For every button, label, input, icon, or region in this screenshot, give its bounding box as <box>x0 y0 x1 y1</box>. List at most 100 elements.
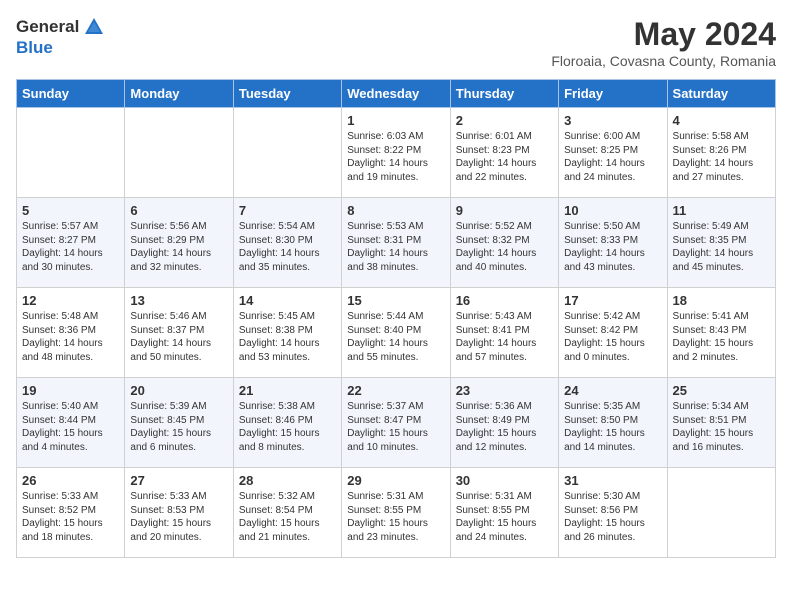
cell-info: Sunrise: 5:52 AM Sunset: 8:32 PM Dayligh… <box>456 220 553 274</box>
day-number: 31 <box>564 473 661 488</box>
day-of-week-header: Saturday <box>667 80 775 108</box>
calendar-table: SundayMondayTuesdayWednesdayThursdayFrid… <box>16 79 776 558</box>
calendar-cell: 16 Sunrise: 5:43 AM Sunset: 8:41 PM Dayli… <box>450 288 558 378</box>
day-number: 22 <box>347 383 444 398</box>
calendar-cell: 17 Sunrise: 5:42 AM Sunset: 8:42 PM Dayli… <box>559 288 667 378</box>
calendar-cell: 29 Sunrise: 5:31 AM Sunset: 8:55 PM Dayli… <box>342 468 450 558</box>
calendar-cell: 31Sunrise: 5:30 AM Sunset: 8:56 PM Dayli… <box>559 468 667 558</box>
calendar-cell: 12Sunrise: 5:48 AM Sunset: 8:36 PM Dayli… <box>17 288 125 378</box>
calendar-cell: 28 Sunrise: 5:32 AM Sunset: 8:54 PM Dayli… <box>233 468 341 558</box>
cell-info: Sunrise: 5:33 AM Sunset: 8:53 PM Dayligh… <box>130 490 227 544</box>
calendar-cell: 13Sunrise: 5:46 AM Sunset: 8:37 PM Dayli… <box>125 288 233 378</box>
calendar-cell <box>125 108 233 198</box>
calendar-cell <box>667 468 775 558</box>
cell-info: Sunrise: 5:57 AM Sunset: 8:27 PM Dayligh… <box>22 220 119 274</box>
calendar-cell <box>17 108 125 198</box>
day-of-week-header: Monday <box>125 80 233 108</box>
calendar-cell: 14 Sunrise: 5:45 AM Sunset: 8:38 PM Dayli… <box>233 288 341 378</box>
calendar-cell: 25 Sunrise: 5:34 AM Sunset: 8:51 PM Dayli… <box>667 378 775 468</box>
page-header: General Blue May 2024 Floroaia, Covasna … <box>16 16 776 69</box>
day-number: 3 <box>564 113 661 128</box>
cell-info: Sunrise: 5:35 AM Sunset: 8:50 PM Dayligh… <box>564 400 661 454</box>
day-number: 18 <box>673 293 770 308</box>
location-subtitle: Floroaia, Covasna County, Romania <box>551 53 776 69</box>
calendar-week-row: 19 Sunrise: 5:40 AM Sunset: 8:44 PM Dayli… <box>17 378 776 468</box>
day-of-week-header: Sunday <box>17 80 125 108</box>
calendar-cell: 19 Sunrise: 5:40 AM Sunset: 8:44 PM Dayli… <box>17 378 125 468</box>
calendar-week-row: 26 Sunrise: 5:33 AM Sunset: 8:52 PM Dayli… <box>17 468 776 558</box>
day-number: 27 <box>130 473 227 488</box>
cell-info: Sunrise: 5:49 AM Sunset: 8:35 PM Dayligh… <box>673 220 770 274</box>
day-number: 20 <box>130 383 227 398</box>
logo-icon <box>83 16 105 38</box>
calendar-cell <box>233 108 341 198</box>
cell-info: Sunrise: 5:53 AM Sunset: 8:31 PM Dayligh… <box>347 220 444 274</box>
day-number: 24 <box>564 383 661 398</box>
calendar-cell: 7 Sunrise: 5:54 AM Sunset: 8:30 PM Daylig… <box>233 198 341 288</box>
day-number: 16 <box>456 293 553 308</box>
cell-info: Sunrise: 5:42 AM Sunset: 8:42 PM Dayligh… <box>564 310 661 364</box>
cell-info: Sunrise: 5:56 AM Sunset: 8:29 PM Dayligh… <box>130 220 227 274</box>
day-number: 5 <box>22 203 119 218</box>
calendar-week-row: 1 Sunrise: 6:03 AM Sunset: 8:22 PM Daylig… <box>17 108 776 198</box>
cell-info: Sunrise: 5:40 AM Sunset: 8:44 PM Dayligh… <box>22 400 119 454</box>
day-number: 29 <box>347 473 444 488</box>
day-number: 2 <box>456 113 553 128</box>
day-number: 12 <box>22 293 119 308</box>
cell-info: Sunrise: 6:03 AM Sunset: 8:22 PM Dayligh… <box>347 130 444 184</box>
day-number: 25 <box>673 383 770 398</box>
cell-info: Sunrise: 5:31 AM Sunset: 8:55 PM Dayligh… <box>347 490 444 544</box>
calendar-cell: 26 Sunrise: 5:33 AM Sunset: 8:52 PM Dayli… <box>17 468 125 558</box>
day-of-week-header: Friday <box>559 80 667 108</box>
cell-info: Sunrise: 5:39 AM Sunset: 8:45 PM Dayligh… <box>130 400 227 454</box>
cell-info: Sunrise: 5:44 AM Sunset: 8:40 PM Dayligh… <box>347 310 444 364</box>
title-area: May 2024 Floroaia, Covasna County, Roman… <box>551 16 776 69</box>
cell-info: Sunrise: 5:45 AM Sunset: 8:38 PM Dayligh… <box>239 310 336 364</box>
calendar-cell: 22 Sunrise: 5:37 AM Sunset: 8:47 PM Dayli… <box>342 378 450 468</box>
cell-info: Sunrise: 5:41 AM Sunset: 8:43 PM Dayligh… <box>673 310 770 364</box>
day-number: 30 <box>456 473 553 488</box>
cell-info: Sunrise: 5:34 AM Sunset: 8:51 PM Dayligh… <box>673 400 770 454</box>
cell-info: Sunrise: 5:37 AM Sunset: 8:47 PM Dayligh… <box>347 400 444 454</box>
cell-info: Sunrise: 6:01 AM Sunset: 8:23 PM Dayligh… <box>456 130 553 184</box>
calendar-cell: 4Sunrise: 5:58 AM Sunset: 8:26 PM Daylig… <box>667 108 775 198</box>
cell-info: Sunrise: 5:32 AM Sunset: 8:54 PM Dayligh… <box>239 490 336 544</box>
calendar-cell: 9 Sunrise: 5:52 AM Sunset: 8:32 PM Daylig… <box>450 198 558 288</box>
calendar-cell: 27 Sunrise: 5:33 AM Sunset: 8:53 PM Dayli… <box>125 468 233 558</box>
calendar-cell: 2 Sunrise: 6:01 AM Sunset: 8:23 PM Daylig… <box>450 108 558 198</box>
cell-info: Sunrise: 5:50 AM Sunset: 8:33 PM Dayligh… <box>564 220 661 274</box>
day-number: 14 <box>239 293 336 308</box>
logo: General Blue <box>16 16 105 58</box>
day-number: 21 <box>239 383 336 398</box>
day-of-week-header: Wednesday <box>342 80 450 108</box>
day-number: 7 <box>239 203 336 218</box>
day-number: 9 <box>456 203 553 218</box>
day-number: 11 <box>673 203 770 218</box>
day-number: 26 <box>22 473 119 488</box>
calendar-cell: 24 Sunrise: 5:35 AM Sunset: 8:50 PM Dayli… <box>559 378 667 468</box>
day-number: 23 <box>456 383 553 398</box>
day-number: 10 <box>564 203 661 218</box>
calendar-week-row: 12Sunrise: 5:48 AM Sunset: 8:36 PM Dayli… <box>17 288 776 378</box>
calendar-cell: 3 Sunrise: 6:00 AM Sunset: 8:25 PM Daylig… <box>559 108 667 198</box>
cell-info: Sunrise: 6:00 AM Sunset: 8:25 PM Dayligh… <box>564 130 661 184</box>
calendar-cell: 11 Sunrise: 5:49 AM Sunset: 8:35 PM Dayli… <box>667 198 775 288</box>
day-of-week-header: Tuesday <box>233 80 341 108</box>
day-number: 17 <box>564 293 661 308</box>
cell-info: Sunrise: 5:54 AM Sunset: 8:30 PM Dayligh… <box>239 220 336 274</box>
cell-info: Sunrise: 5:38 AM Sunset: 8:46 PM Dayligh… <box>239 400 336 454</box>
cell-info: Sunrise: 5:33 AM Sunset: 8:52 PM Dayligh… <box>22 490 119 544</box>
calendar-cell: 10 Sunrise: 5:50 AM Sunset: 8:33 PM Dayli… <box>559 198 667 288</box>
calendar-week-row: 5 Sunrise: 5:57 AM Sunset: 8:27 PM Daylig… <box>17 198 776 288</box>
calendar-cell: 23 Sunrise: 5:36 AM Sunset: 8:49 PM Dayli… <box>450 378 558 468</box>
day-number: 8 <box>347 203 444 218</box>
day-number: 1 <box>347 113 444 128</box>
cell-info: Sunrise: 5:36 AM Sunset: 8:49 PM Dayligh… <box>456 400 553 454</box>
calendar-header-row: SundayMondayTuesdayWednesdayThursdayFrid… <box>17 80 776 108</box>
logo-blue-text: Blue <box>16 38 53 57</box>
day-number: 19 <box>22 383 119 398</box>
cell-info: Sunrise: 5:43 AM Sunset: 8:41 PM Dayligh… <box>456 310 553 364</box>
day-number: 28 <box>239 473 336 488</box>
month-year-title: May 2024 <box>551 16 776 53</box>
day-number: 6 <box>130 203 227 218</box>
